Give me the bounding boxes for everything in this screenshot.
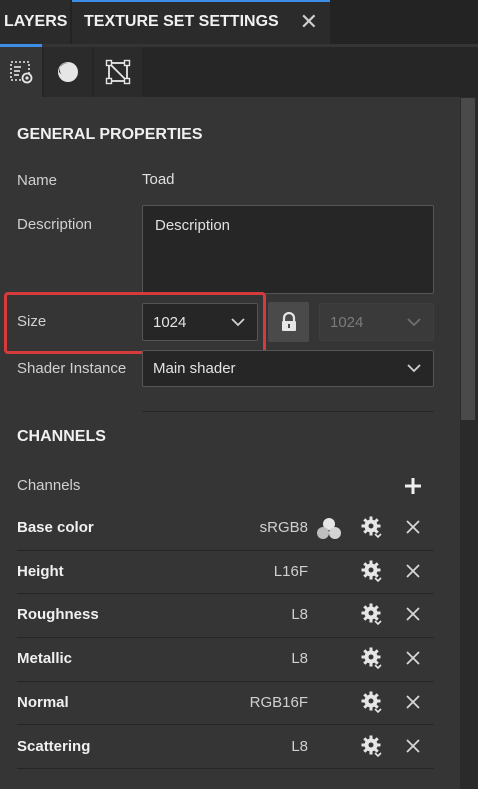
channel-settings-button[interactable] <box>359 560 385 586</box>
channel-name: Metallic <box>17 650 73 668</box>
channel-name: Normal <box>17 693 69 711</box>
channel-name: Base color <box>17 519 94 536</box>
chevron-down-icon <box>403 317 425 327</box>
remove-channel-button[interactable] <box>400 603 426 629</box>
shader-instance-value: Main shader <box>153 360 236 377</box>
channel-row[interactable]: Height L16F <box>0 551 460 595</box>
close-icon <box>406 607 420 625</box>
channel-format: sRGB8 <box>259 519 308 536</box>
remove-channel-button[interactable] <box>400 560 426 586</box>
description-label: Description <box>17 216 93 233</box>
panel-tab-bar: LAYERS TEXTURE SET SETTINGS ✕ <box>0 0 478 44</box>
channel-settings-button[interactable] <box>359 603 385 629</box>
name-label: Name <box>17 172 58 189</box>
size-label: Size <box>17 313 47 330</box>
gear-icon <box>360 734 384 762</box>
section-divider <box>142 411 434 412</box>
tab-layers-label: LAYERS <box>4 13 68 30</box>
size-select[interactable]: 1024 <box>142 303 258 341</box>
scrollbar-thumb[interactable] <box>461 98 475 420</box>
channel-row[interactable]: Scattering L8 <box>0 726 460 770</box>
close-icon <box>406 738 420 757</box>
chevron-down-icon <box>403 364 425 373</box>
size-linked-select: 1024 <box>319 303 434 341</box>
close-icon <box>406 651 420 669</box>
gear-icon <box>360 602 384 630</box>
remove-channel-button[interactable] <box>400 691 426 717</box>
close-icon[interactable]: ✕ <box>300 2 318 42</box>
plus-icon <box>405 478 421 494</box>
tab-texture-set-settings-label: TEXTURE SET SETTINGS <box>84 13 279 30</box>
channel-format: L8 <box>291 737 308 755</box>
channel-settings-button[interactable] <box>359 691 385 717</box>
channel-format: RGB16F <box>249 693 308 711</box>
color-channels-icon[interactable] <box>316 516 342 542</box>
channels-list-label: Channels <box>17 477 81 494</box>
channel-name: Height <box>17 562 64 580</box>
channel-settings-button[interactable] <box>359 516 385 542</box>
channel-row[interactable]: Metallic L8 <box>0 638 460 682</box>
close-icon <box>406 564 420 582</box>
tab-layers[interactable]: LAYERS <box>0 0 70 44</box>
chevron-down-icon <box>227 317 249 327</box>
size-select-value: 1024 <box>153 313 187 331</box>
row-divider <box>17 768 434 770</box>
channel-name: Scattering <box>17 737 91 755</box>
texture-settings-icon <box>10 61 33 84</box>
subtab-shader[interactable] <box>44 47 92 97</box>
name-value: Toad <box>142 171 175 188</box>
remove-channel-button[interactable] <box>400 735 426 761</box>
channel-format: L16F <box>273 562 308 580</box>
channel-name: Roughness <box>17 606 99 624</box>
close-icon <box>406 695 420 713</box>
channels-title: CHANNELS <box>17 428 106 445</box>
channel-row[interactable]: Base color sRGB8 <box>0 507 460 551</box>
gear-icon <box>360 646 384 674</box>
general-properties-title: GENERAL PROPERTIES <box>17 126 203 143</box>
shader-sphere-icon <box>58 62 78 82</box>
channel-row[interactable]: Roughness L8 <box>0 594 460 639</box>
lock-icon <box>281 312 296 331</box>
remove-channel-button[interactable] <box>400 647 426 673</box>
size-lock-button[interactable] <box>268 302 309 342</box>
subtab-uv[interactable] <box>94 47 142 97</box>
close-icon <box>406 520 420 538</box>
channel-row[interactable]: Normal RGB16F <box>0 682 460 726</box>
channel-settings-button[interactable] <box>359 735 385 761</box>
channel-settings-button[interactable] <box>359 647 385 673</box>
uv-mesh-icon <box>105 59 131 85</box>
subtab-bar <box>0 47 478 97</box>
gear-icon <box>360 559 384 587</box>
description-value: Description <box>155 217 231 234</box>
tab-texture-set-settings[interactable]: TEXTURE SET SETTINGS ✕ <box>72 0 330 44</box>
channel-format: L8 <box>291 606 308 624</box>
description-field[interactable]: Description <box>142 205 434 294</box>
add-channel-button[interactable] <box>400 473 426 499</box>
shader-instance-select[interactable]: Main shader <box>142 350 434 387</box>
remove-channel-button[interactable] <box>400 516 426 542</box>
gear-icon <box>360 690 384 718</box>
size-linked-select-value: 1024 <box>330 313 364 331</box>
channel-format: L8 <box>291 650 308 668</box>
gear-icon <box>360 515 384 543</box>
shader-instance-label: Shader Instance <box>17 360 127 377</box>
subtab-texture-settings[interactable] <box>0 47 42 97</box>
